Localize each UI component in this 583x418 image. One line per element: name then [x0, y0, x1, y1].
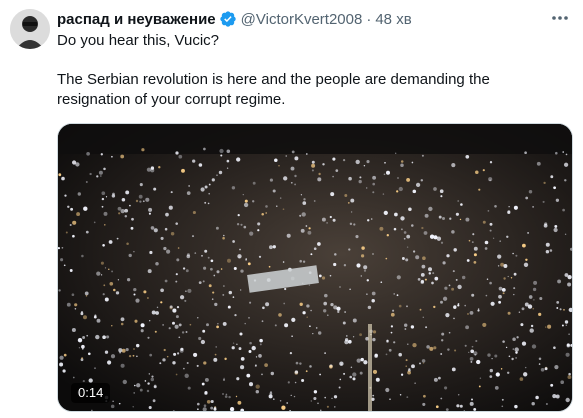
video-duration-badge: 0:14: [71, 383, 111, 403]
author-handle[interactable]: @VictorKvert2008: [241, 11, 363, 28]
tweet-text: Do you hear this, Vucic? The Serbian rev…: [57, 31, 567, 110]
video-player[interactable]: 0:14: [57, 123, 573, 412]
more-options-icon[interactable]: [549, 10, 571, 26]
tweet-card[interactable]: распад и неуважение @VictorKvert2008 · 4…: [0, 0, 583, 418]
avatar[interactable]: [10, 9, 50, 49]
tweet-text-line-2: The Serbian revolution is here and the p…: [57, 71, 490, 108]
video-thumbnail: [58, 124, 572, 411]
post-timestamp[interactable]: 48 хв: [375, 11, 411, 28]
verified-badge-icon: [219, 10, 237, 28]
tweet-header: распад и неуважение @VictorKvert2008 · 4…: [57, 9, 571, 29]
author-display-name[interactable]: распад и неуважение: [57, 11, 216, 28]
separator-dot: ·: [366, 10, 372, 28]
tweet-text-line-1: Do you hear this, Vucic?: [57, 32, 220, 49]
